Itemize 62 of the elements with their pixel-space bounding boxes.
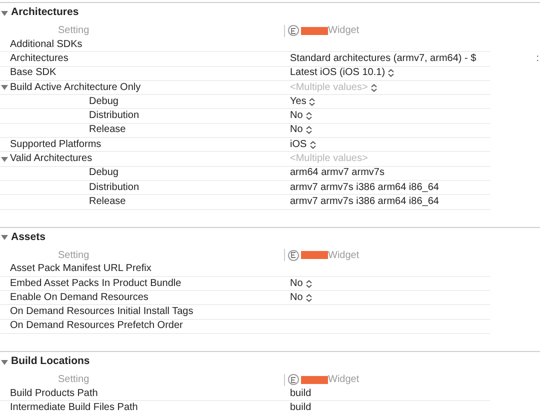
column-header: Setting: [58, 374, 90, 386]
setting-value: arm64 armv7 armv7s: [290, 168, 384, 178]
setting-value: <Multiple values>: [290, 154, 368, 164]
section-title: Build Locations: [11, 354, 90, 370]
target-icon: [288, 250, 299, 261]
setting-name: On Demand Resources Prefetch Order: [10, 321, 183, 332]
popup-value[interactable]: iOS: [290, 140, 316, 150]
popup-value[interactable]: Yes: [290, 96, 316, 107]
target-icon: [288, 25, 299, 36]
target-name: Widget: [328, 24, 360, 38]
setting-value: build: [290, 402, 312, 413]
column-header: Setting: [58, 25, 90, 36]
setting-name: Build Active Architecture Only: [10, 82, 141, 93]
redaction-bar: [301, 251, 328, 260]
setting-name: Additional SDKs: [10, 40, 82, 50]
setting-name: Build Products Path: [10, 388, 98, 399]
stepper-arrows-icon: [310, 140, 316, 149]
setting-name: Architectures: [10, 54, 68, 64]
column-3-text: :: [536, 54, 539, 64]
target-name: Widget: [328, 373, 360, 388]
setting-name: On Demand Resources Initial Install Tags: [10, 307, 194, 318]
setting-name: Debug: [89, 168, 118, 178]
setting-name: Supported Platforms: [10, 140, 102, 150]
popup-value[interactable]: Latest iOS (iOS 10.1): [290, 68, 394, 78]
stepper-arrows-icon: [306, 126, 312, 134]
disclosure-triangle-down-icon[interactable]: [1, 156, 8, 163]
setting-value: armv7 armv7s i386 arm64 i86_64: [290, 196, 439, 207]
setting-name: Enable On Demand Resources: [10, 292, 148, 303]
setting-name: Asset Pack Manifest URL Prefix: [10, 264, 152, 274]
setting-name: Embed Asset Packs In Product Bundle: [10, 278, 182, 288]
setting-name: Intermediate Build Files Path: [10, 402, 138, 413]
target-name: Widget: [328, 248, 360, 263]
stepper-arrows-icon: [388, 69, 394, 78]
setting-name: Release: [89, 196, 126, 207]
setting-name: Distribution: [89, 111, 140, 122]
disclosure-triangle-down-icon[interactable]: [1, 358, 8, 366]
redaction-bar: [301, 376, 328, 384]
setting-value: armv7 armv7s i386 arm64 i86_64: [290, 182, 439, 193]
stepper-arrows-icon: [309, 98, 316, 106]
setting-name: Valid Architectures: [10, 154, 92, 164]
disclosure-triangle-down-icon[interactable]: [1, 10, 8, 16]
stepper-arrows-icon: [306, 294, 312, 302]
stepper-arrows-icon: [370, 84, 377, 92]
target-icon: [288, 374, 299, 386]
popup-value[interactable]: No: [290, 292, 312, 303]
popup-value[interactable]: No: [290, 111, 312, 122]
stepper-arrows-icon: [306, 112, 312, 120]
setting-name: Base SDK: [10, 68, 56, 78]
stepper-arrows-icon: [306, 280, 312, 288]
setting-name: Distribution: [89, 182, 140, 193]
setting-value: build: [290, 388, 312, 399]
setting-name: Release: [89, 125, 126, 136]
column-header: Setting: [58, 250, 90, 261]
section-title: Architectures: [11, 5, 79, 20]
section-title: Assets: [11, 230, 46, 245]
redaction-bar: [301, 26, 328, 34]
setting-name: Debug: [89, 96, 118, 107]
disclosure-triangle-down-icon[interactable]: [1, 234, 8, 242]
popup-value[interactable]: No: [290, 278, 312, 288]
setting-value: Standard architectures (armv7, arm64) - $: [290, 54, 476, 64]
popup-value[interactable]: No: [290, 125, 312, 136]
disclosure-triangle-down-icon[interactable]: [1, 84, 8, 92]
